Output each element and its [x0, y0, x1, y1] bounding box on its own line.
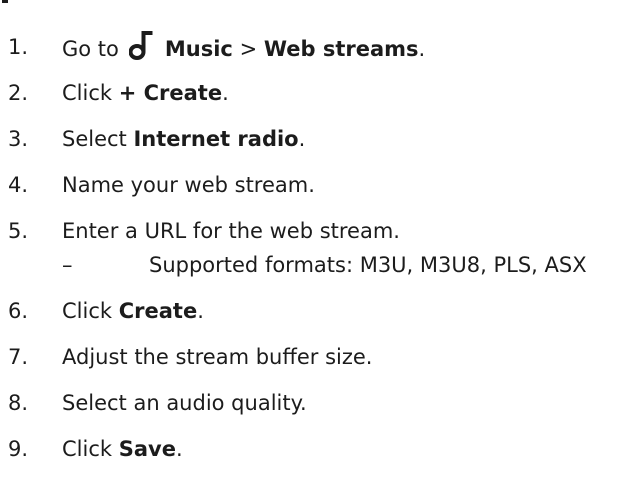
step-number: 7. — [8, 345, 29, 369]
create-label: Create — [118, 299, 198, 323]
step-text-suffix: . — [298, 127, 306, 151]
step-number: 9. — [8, 437, 29, 461]
substep-dash: – — [62, 253, 73, 277]
step-text-prefix: Select — [62, 127, 134, 151]
step-text: Go to Music > Web streams. — [62, 30, 425, 66]
internet-radio-label: Internet radio — [133, 127, 299, 151]
step-text: Name your web stream. — [62, 173, 315, 197]
breadcrumb-separator: > — [232, 37, 264, 61]
substep-formats: – Supported formats: M3U, M3U8, PLS, ASX — [0, 248, 634, 282]
save-label: Save — [118, 437, 176, 461]
music-label: Music — [164, 37, 233, 61]
step-number: 1. — [8, 35, 29, 59]
step-text: Select an audio quality. — [62, 391, 307, 415]
step-text: Click Create. — [62, 294, 204, 328]
step-text-prefix: Click — [62, 299, 119, 323]
step-text-prefix: Go to — [62, 37, 119, 61]
step-text: Select Internet radio. — [62, 122, 305, 156]
step-number: 6. — [8, 299, 29, 323]
supported-formats-text: Supported formats: M3U, M3U8, PLS, ASX — [149, 253, 587, 277]
step-text-suffix: . — [418, 37, 426, 61]
step-text-prefix: Click — [62, 81, 119, 105]
step-number: 5. — [8, 219, 29, 243]
step-text-prefix: Click — [62, 437, 119, 461]
create-button-label: + Create — [118, 81, 223, 105]
step-number: 4. — [8, 173, 29, 197]
step-number: 3. — [8, 127, 29, 151]
step-text: Click + Create. — [62, 76, 229, 110]
step-text-suffix: . — [175, 437, 183, 461]
instruction-list: 1. Go to Music > Web streams. 2. Click + … — [0, 0, 634, 477]
step-text: Adjust the stream buffer size. — [62, 345, 373, 369]
step-number: 8. — [8, 391, 29, 415]
web-streams-label: Web streams — [263, 37, 419, 61]
step-text-suffix: . — [197, 299, 204, 323]
step-text: Click Save. — [62, 432, 183, 466]
music-note-icon — [128, 31, 153, 60]
step-text-suffix: . — [222, 81, 229, 105]
step-text: Enter a URL for the web stream. — [62, 219, 400, 243]
step-number: 2. — [8, 81, 29, 105]
